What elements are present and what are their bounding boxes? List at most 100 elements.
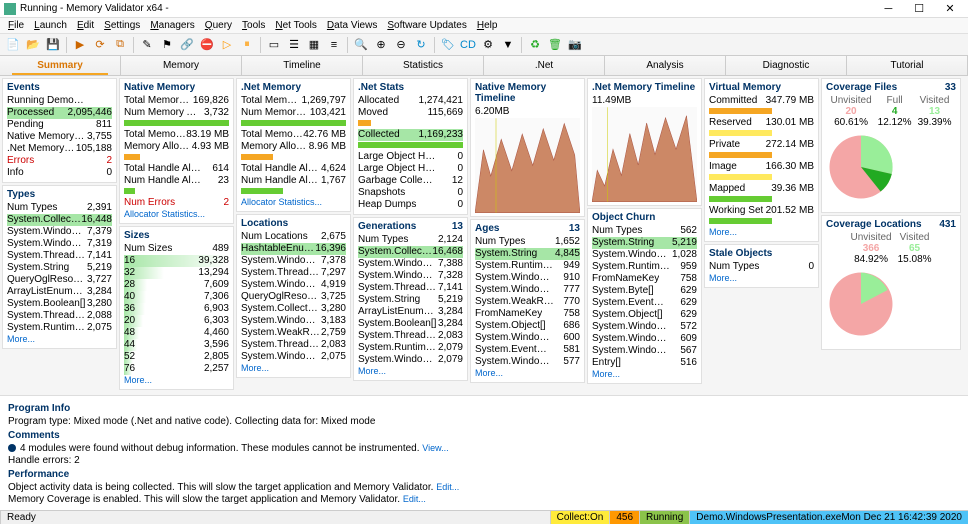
tool-stop-icon[interactable]: ⛔ (198, 36, 216, 54)
table-row: Pending811 (7, 119, 112, 131)
menu-file[interactable]: File (4, 20, 28, 31)
tool-refresh-icon[interactable]: ↻ (412, 36, 430, 54)
tool-wand-icon[interactable]: ✎ (138, 36, 156, 54)
table-row: System.String5,219 (358, 294, 463, 306)
tool-flag-icon[interactable]: ⚑ (158, 36, 176, 54)
stale-more[interactable]: More... (709, 273, 737, 283)
tab-tutorial[interactable]: Tutorial (847, 56, 968, 75)
tool-bin-icon[interactable]: 🗑 (546, 36, 564, 54)
menu-edit[interactable]: Edit (73, 20, 98, 31)
table-row: Num Memory Allocations103,421 (241, 107, 346, 119)
net-timeline-chart (592, 107, 697, 202)
tool-search-icon[interactable]: 🔍 (352, 36, 370, 54)
tool-pause-icon[interactable]: ⏸ (238, 36, 256, 54)
tab-timeline[interactable]: Timeline (242, 56, 363, 75)
table-row: Working Set201.52 MB (709, 205, 814, 217)
table-row: System.Boolean[]3,280 (7, 298, 112, 310)
table-row: Total Handle Allocations614 (124, 163, 229, 175)
tab-bar: SummaryMemoryTimelineStatistics.NetAnaly… (0, 56, 968, 76)
tool-gear-icon[interactable]: ⚙ (479, 36, 497, 54)
gen-more[interactable]: More... (358, 366, 386, 376)
tool-relaunch-icon[interactable]: ⟳ (91, 36, 109, 54)
table-row: System.Windows.Effectiv910 (475, 272, 580, 284)
menu-help[interactable]: Help (473, 20, 502, 31)
menu-settings[interactable]: Settings (100, 20, 144, 31)
tool-link-icon[interactable]: 🔗 (178, 36, 196, 54)
tool-bars-icon[interactable]: ☰ (285, 36, 303, 54)
native-alloc-stats[interactable]: Allocator Statistics... (124, 209, 205, 219)
types-more[interactable]: More... (7, 334, 35, 344)
ages-more[interactable]: More... (475, 368, 503, 378)
tab-summary[interactable]: Summary (0, 56, 121, 75)
vmem-more[interactable]: More... (709, 227, 737, 237)
tool-attach-icon[interactable]: ⧉ (111, 36, 129, 54)
table-row: Heap Dumps0 (358, 199, 463, 211)
table-row: Private272.14 MB (709, 139, 814, 151)
table-row: System.Windows.Threading.3,183 (241, 315, 346, 327)
table-row: System.Windows.Threading.2,079 (358, 354, 463, 366)
tab-statistics[interactable]: Statistics (363, 56, 484, 75)
churn-more[interactable]: More... (592, 369, 620, 379)
table-row: Image166.30 MB (709, 161, 814, 173)
loc-more[interactable]: More... (241, 363, 269, 373)
tool-window-icon[interactable]: ▭ (265, 36, 283, 54)
tool-zoomin-icon[interactable]: ⊕ (372, 36, 390, 54)
menu-tools[interactable]: Tools (238, 20, 269, 31)
tool-open-icon[interactable]: 📂 (24, 36, 42, 54)
tab-net[interactable]: .Net (484, 56, 605, 75)
panel-generations: Generations13 Num Types2,124 System.Coll… (353, 217, 468, 381)
tool-zoomout-icon[interactable]: ⊖ (392, 36, 410, 54)
status-collect: Collect:On (550, 511, 610, 524)
table-row: System.RuntimeType949 (475, 260, 580, 272)
perf-edit1[interactable]: Edit... (436, 482, 459, 492)
panel-net-stats: .Net Stats Allocated1,274,421Moved115,66… (353, 78, 468, 215)
table-row: System.Collections.Diction:16,448 (7, 214, 112, 226)
table-row: System.String5,219 (592, 237, 697, 249)
tool-filter-icon[interactable]: ▼ (499, 36, 517, 54)
tool-cd-icon[interactable]: CD (459, 36, 477, 54)
table-row: System.Windows.Media.Vis7,378 (241, 255, 346, 267)
comments-view[interactable]: View... (422, 443, 448, 453)
panel-ages: Ages13 Num Types1,652 System.String4,845… (470, 219, 585, 383)
table-row: System.Collections.ArrayLis3,280 (241, 303, 346, 315)
panel-cov-files: Coverage Files33 Unvisited2060.61%Full41… (821, 78, 961, 213)
bullet-icon (8, 444, 16, 452)
menu-launch[interactable]: Launch (30, 20, 71, 31)
table-row: System.Windows.Media.Ren7,388 (358, 258, 463, 270)
table-row: Large Object Heap Size0 (358, 163, 463, 175)
tab-diagnostic[interactable]: Diagnostic (726, 56, 847, 75)
tab-memory[interactable]: Memory (121, 56, 242, 75)
perf-edit2[interactable]: Edit... (403, 494, 426, 504)
table-row: System.Windows.EffectiveVa1,028 (592, 249, 697, 261)
close-button[interactable]: ✕ (936, 2, 964, 15)
table-row: System.String5,219 (7, 262, 112, 274)
table-row: 762,257 (124, 363, 229, 375)
table-row: System.Threading.WaitDelay7,141 (358, 282, 463, 294)
sizes-more[interactable]: More... (124, 375, 152, 385)
tool-grid-icon[interactable]: ▦ (305, 36, 323, 54)
info-section: Program Info Program type: Mixed mode (.… (0, 395, 968, 510)
minimize-button[interactable]: ─ (874, 3, 902, 15)
menu-managers[interactable]: Managers (146, 20, 198, 31)
tool-launch-icon[interactable]: ▶ (71, 36, 89, 54)
tool-stack-icon[interactable]: ≡ (325, 36, 343, 54)
table-row: System.WeakReference..cto2,759 (241, 327, 346, 339)
menu-query[interactable]: Query (201, 20, 236, 31)
tool-save-icon[interactable]: 💾 (44, 36, 62, 54)
tool-camera-icon[interactable]: 📷 (566, 36, 584, 54)
table-row: 1639,328 (124, 255, 229, 267)
menu-softwareupdates[interactable]: Software Updates (383, 20, 471, 31)
status-count: 456 (609, 511, 639, 524)
table-row: System.Windows.Media.Ren7,379 (7, 226, 112, 238)
tool-play-icon[interactable]: ▷ (218, 36, 236, 54)
table-row: Entry[]516 (592, 357, 697, 369)
table-row: Num Memory Allocations3,732 (124, 107, 229, 119)
tool-new-icon[interactable]: 📄 (4, 36, 22, 54)
tool-recycle-icon[interactable]: ♻ (526, 36, 544, 54)
tool-tag-icon[interactable]: 🏷 (439, 36, 457, 54)
net-alloc-stats[interactable]: Allocator Statistics... (241, 197, 322, 207)
menu-dataviews[interactable]: Data Views (323, 20, 381, 31)
maximize-button[interactable]: ☐ (905, 2, 933, 15)
tab-analysis[interactable]: Analysis (605, 56, 726, 75)
menu-nettools[interactable]: Net Tools (271, 20, 321, 31)
